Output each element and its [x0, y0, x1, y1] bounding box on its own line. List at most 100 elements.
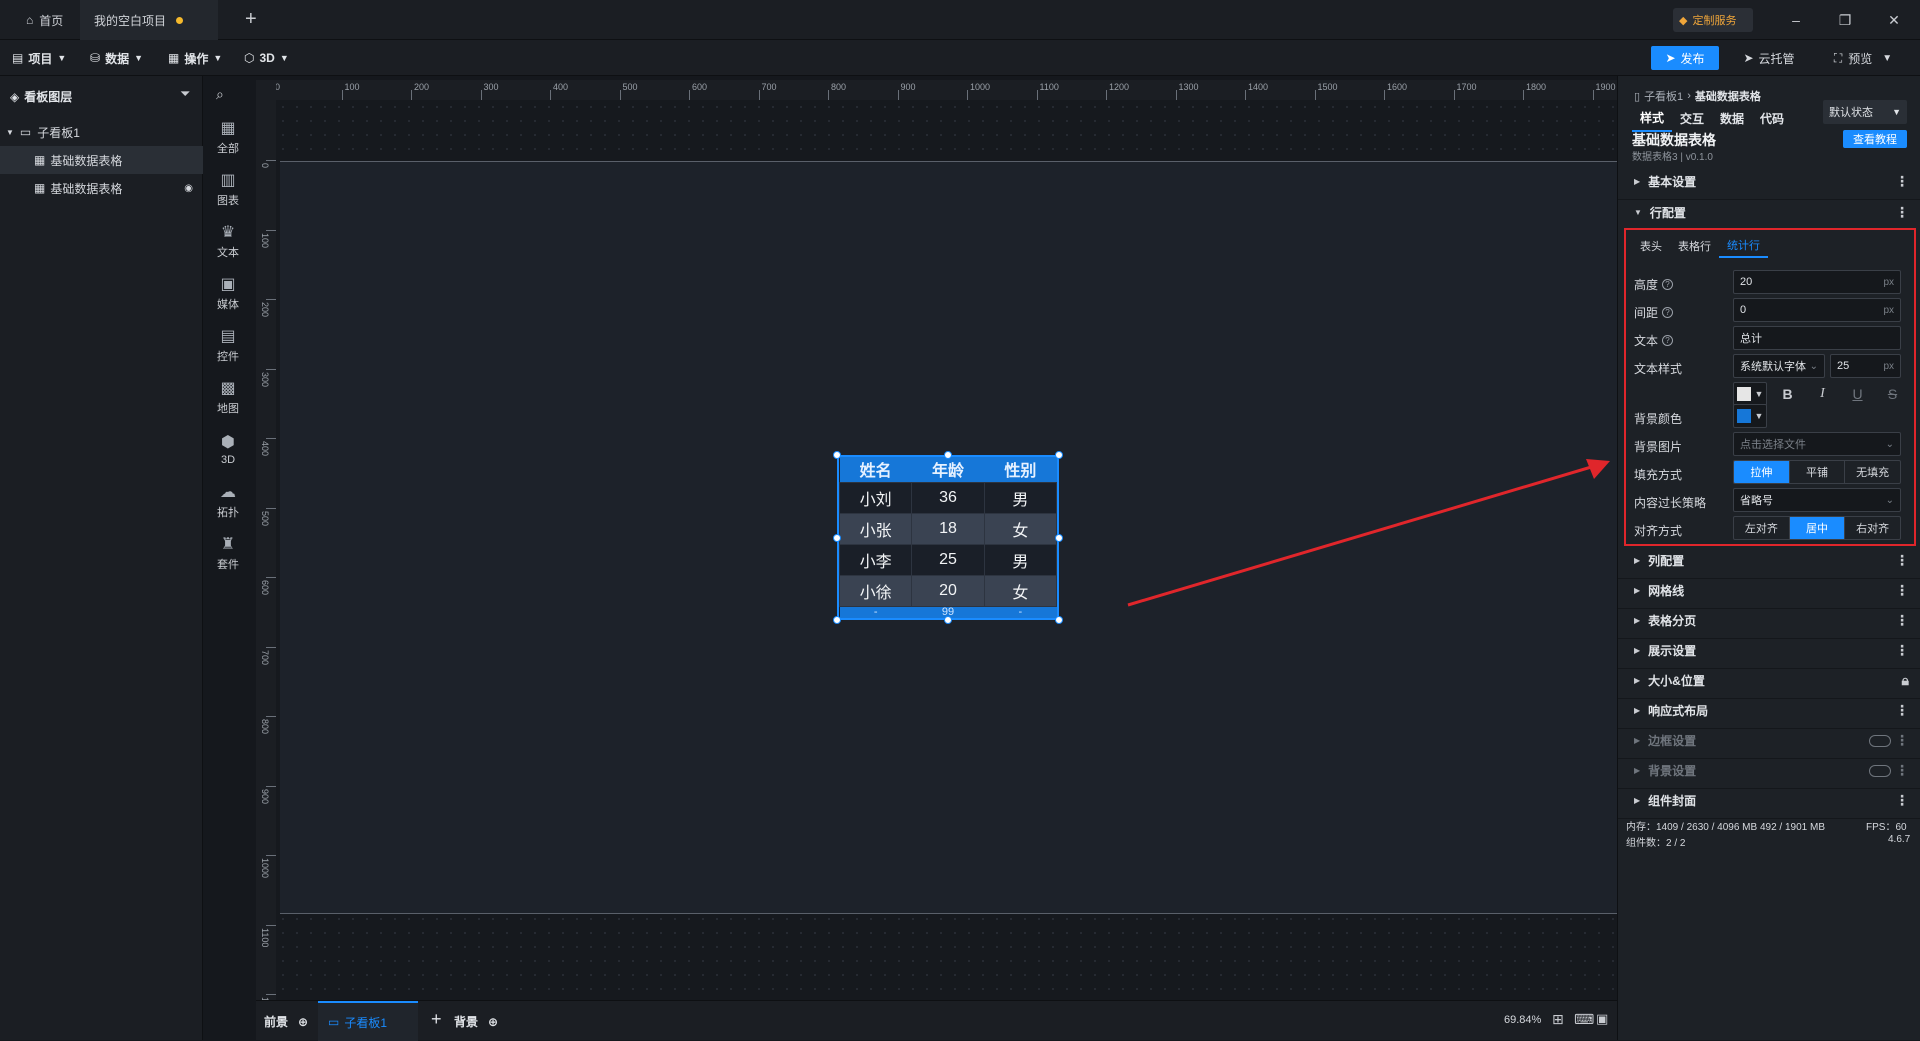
- restore-icon[interactable]: ❐: [1835, 10, 1855, 30]
- component-category-5[interactable]: ▤ 控件: [204, 320, 252, 370]
- lock-icon[interactable]: 🔒︎: [1902, 672, 1909, 689]
- cloud-button[interactable]: ➤ 云托管: [1731, 46, 1807, 70]
- add-circle-icon[interactable]: ⊕: [488, 1015, 498, 1029]
- more-icon[interactable]: ⋮: [1895, 642, 1909, 659]
- align-toggle: 左对齐 居中 右对齐: [1733, 516, 1901, 540]
- component-category-7[interactable]: ⬢ 3D: [204, 424, 252, 474]
- foreground-layer[interactable]: 前景 ⊕: [264, 1013, 308, 1030]
- resize-handle[interactable]: [833, 451, 841, 459]
- font-color-picker[interactable]: ▼: [1733, 382, 1767, 406]
- more-icon[interactable]: ⋮: [1895, 762, 1909, 779]
- tab-code[interactable]: 代码: [1752, 104, 1792, 132]
- layer-item-board[interactable]: ▼ ▭ 子看板1: [0, 118, 203, 146]
- layer-item-table-1[interactable]: ▦ 基础数据表格: [0, 146, 203, 174]
- resize-handle[interactable]: [1055, 616, 1063, 624]
- keyboard-icon[interactable]: ⌨: [1574, 1011, 1594, 1028]
- search-icon[interactable]: ⌕: [216, 86, 224, 103]
- eye-off-icon[interactable]: ◉: [184, 183, 193, 194]
- custom-service-button[interactable]: ◆ 定制服务: [1673, 8, 1753, 32]
- board-tab-active[interactable]: ▭ 子看板1: [318, 1001, 418, 1041]
- tab-data[interactable]: 数据: [1712, 104, 1752, 132]
- menu-operate[interactable]: ▦ 操作 ▼: [168, 48, 222, 68]
- component-category-2[interactable]: ▥ 图表: [204, 164, 252, 214]
- strikethrough-icon[interactable]: S: [1881, 382, 1905, 406]
- state-select[interactable]: 默认状态 ▼: [1823, 100, 1907, 124]
- zoom-level[interactable]: 69.84%: [1504, 1014, 1541, 1026]
- fit-screen-icon[interactable]: ⊞: [1552, 1011, 1564, 1028]
- resize-handle[interactable]: [833, 534, 841, 542]
- more-icon[interactable]: ⋮: [1895, 792, 1909, 809]
- close-icon[interactable]: ✕: [1884, 10, 1904, 30]
- subtab-row[interactable]: 表格行: [1670, 234, 1719, 258]
- height-input[interactable]: 20 px: [1733, 270, 1901, 294]
- data-table-widget[interactable]: 姓名 年龄 性别 小刘 36 男 小张 18 女 小李 25 男 小徐 20 女 -99-: [837, 455, 1059, 620]
- resize-handle[interactable]: [1055, 451, 1063, 459]
- filter-icon[interactable]: ⏷: [180, 86, 190, 102]
- breadcrumb-parent[interactable]: 子看板1: [1644, 88, 1683, 104]
- text-input[interactable]: 总计: [1733, 326, 1901, 350]
- height-label: 高度?: [1634, 276, 1674, 293]
- more-icon[interactable]: ⋮: [1895, 702, 1909, 719]
- terminal-icon[interactable]: ▣: [1596, 1011, 1608, 1027]
- align-center-option[interactable]: 居中: [1789, 517, 1846, 539]
- subtab-total[interactable]: 统计行: [1719, 234, 1768, 258]
- component-category-1[interactable]: ▦ 全部: [204, 112, 252, 162]
- more-icon[interactable]: ⋮: [1895, 612, 1909, 629]
- field-label: 填充方式: [1634, 468, 1683, 482]
- bg-image-select[interactable]: 点击选择文件 ⌄: [1733, 432, 1901, 456]
- section-cover[interactable]: ▶ 组件封面 ⋮: [1618, 783, 1920, 819]
- font-size-input[interactable]: 25 px: [1830, 354, 1901, 378]
- help-icon[interactable]: ?: [1662, 279, 1674, 290]
- help-icon[interactable]: ?: [1662, 335, 1674, 346]
- tab-project[interactable]: 我的空白项目: [80, 0, 218, 40]
- menu-project[interactable]: ▤ 项目 ▼: [12, 48, 66, 68]
- align-left-option[interactable]: 左对齐: [1734, 517, 1790, 539]
- overflow-select[interactable]: 省略号 ⌄: [1733, 488, 1901, 512]
- tab-style[interactable]: 样式: [1632, 104, 1672, 132]
- send-icon: ➤: [1665, 51, 1676, 65]
- resize-handle[interactable]: [944, 451, 952, 459]
- more-icon[interactable]: ⋮: [1895, 173, 1909, 190]
- component-category-8[interactable]: ☁ 拓扑: [204, 476, 252, 526]
- component-category-4[interactable]: ▣ 媒体: [204, 268, 252, 318]
- more-icon[interactable]: ⋮: [1895, 732, 1909, 749]
- minimize-icon[interactable]: –: [1786, 10, 1806, 30]
- menu-data[interactable]: ⛁ 数据 ▼: [90, 48, 143, 68]
- publish-button[interactable]: ➤ 发布: [1651, 46, 1719, 70]
- resize-handle[interactable]: [944, 616, 952, 624]
- fill-none-option[interactable]: 无填充: [1845, 461, 1900, 483]
- tab-home[interactable]: ⌂ 首页: [12, 0, 77, 40]
- gap-input[interactable]: 0 px: [1733, 298, 1901, 322]
- subtab-header[interactable]: 表头: [1632, 234, 1670, 258]
- toggle-switch[interactable]: [1869, 764, 1891, 777]
- resize-handle[interactable]: [1055, 534, 1063, 542]
- component-category-6[interactable]: ▩ 地图: [204, 372, 252, 422]
- preview-button[interactable]: ⛶ 预览 ▼: [1818, 46, 1908, 70]
- fill-stretch-option[interactable]: 拉伸: [1734, 461, 1790, 483]
- toggle-switch[interactable]: [1869, 734, 1891, 747]
- more-icon[interactable]: ⋮: [1895, 204, 1909, 221]
- new-tab-icon[interactable]: +: [245, 8, 257, 31]
- bg-color-picker[interactable]: ▼: [1733, 404, 1767, 428]
- layer-item-table-2[interactable]: ▦ 基础数据表格 ◉: [0, 174, 203, 202]
- underline-icon[interactable]: U: [1846, 382, 1870, 406]
- background-layer[interactable]: 背景 ⊕: [454, 1013, 498, 1030]
- align-right-option[interactable]: 右对齐: [1845, 517, 1900, 539]
- fill-tile-option[interactable]: 平铺: [1790, 461, 1846, 483]
- table-header-row: 姓名 年龄 性别: [839, 457, 1057, 482]
- menu-3d[interactable]: ⬡ 3D ▼: [244, 48, 289, 68]
- more-icon[interactable]: ⋮: [1895, 552, 1909, 569]
- add-circle-icon[interactable]: ⊕: [298, 1015, 308, 1029]
- bold-icon[interactable]: B: [1776, 382, 1800, 406]
- italic-icon[interactable]: I: [1811, 382, 1835, 406]
- tab-interaction[interactable]: 交互: [1672, 104, 1712, 132]
- add-board-icon[interactable]: +: [431, 1009, 442, 1030]
- component-category-9[interactable]: ♜ 套件: [204, 528, 252, 578]
- tutorial-button[interactable]: 查看教程: [1843, 130, 1907, 148]
- more-icon[interactable]: ⋮: [1895, 582, 1909, 599]
- font-select[interactable]: 系统默认字体 ⌄: [1733, 354, 1825, 378]
- resize-handle[interactable]: [833, 616, 841, 624]
- help-icon[interactable]: ?: [1662, 307, 1674, 318]
- component-category-3[interactable]: ♛ 文本: [204, 216, 252, 266]
- section-row-config[interactable]: ▼ 行配置 ⋮: [1618, 194, 1920, 230]
